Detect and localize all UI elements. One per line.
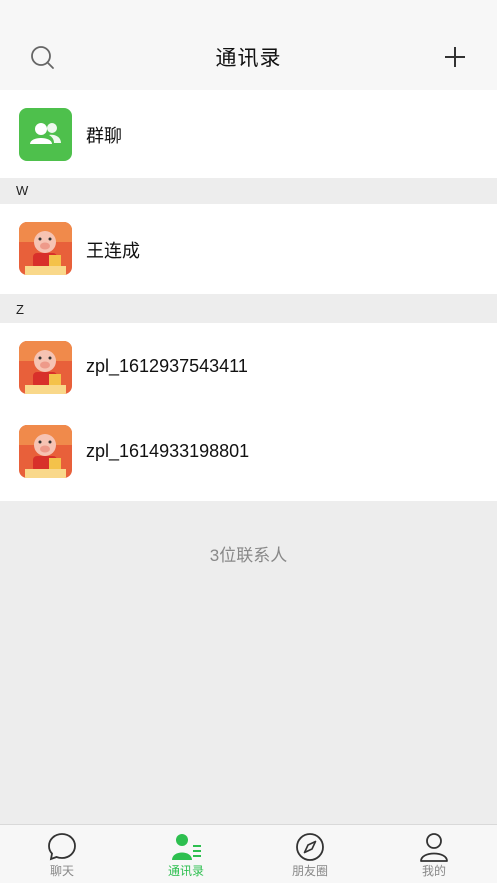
tab-chat-label: 聊天 (49, 864, 74, 878)
plus-icon (445, 47, 465, 67)
tab-me[interactable]: 我的 (372, 825, 496, 883)
contact-avatar (19, 341, 72, 394)
group-chat-label: 群聊 (86, 126, 122, 146)
tab-contacts[interactable]: 通讯录 (124, 825, 248, 883)
page-title: 通讯录 (215, 47, 282, 70)
group-chat-avatar (19, 108, 72, 161)
pig-avatar-icon (19, 425, 72, 478)
add-button[interactable] (440, 42, 470, 72)
contact-avatar (19, 222, 72, 275)
chat-bubble-icon (48, 833, 76, 861)
tab-contacts-label: 通讯录 (167, 864, 204, 878)
contact-item[interactable]: zpl_1612937543411 (0, 323, 497, 411)
section-header-z: Z (0, 297, 497, 323)
contact-avatar (19, 425, 72, 478)
section-z-list: zpl_1612937543411 zpl_1614933198801 (0, 323, 497, 501)
tab-me-label: 我的 (421, 864, 446, 878)
section-w-list: 王连成 (0, 204, 497, 294)
contact-name: zpl_1612937543411 (86, 356, 248, 376)
tab-moments[interactable]: 朋友圈 (248, 825, 372, 883)
contact-count: 3位联系人 (209, 546, 288, 565)
pig-avatar-icon (19, 341, 72, 394)
compass-icon (296, 833, 324, 861)
group-chat-section: 群聊 (0, 90, 497, 178)
tab-moments-label: 朋友圈 (291, 864, 328, 878)
contacts-screen: 通讯录 群聊 W 王连成 Z zpl_1612937543411 zpl_161… (0, 0, 497, 883)
group-icon (30, 123, 61, 144)
person-icon (420, 833, 448, 862)
group-chat-item[interactable]: 群聊 (0, 90, 497, 178)
contact-item[interactable]: zpl_1614933198801 (0, 411, 497, 499)
tab-chat[interactable]: 聊天 (0, 825, 124, 883)
pig-avatar-icon (19, 222, 72, 275)
section-header-w: W (0, 178, 497, 204)
contacts-icon (172, 834, 201, 860)
top-bar: 通讯录 (0, 0, 497, 90)
bottom-tab-bar: 聊天 通讯录 朋友圈 我的 (0, 824, 497, 883)
contact-name: zpl_1614933198801 (86, 441, 250, 461)
contact-name: 王连成 (86, 241, 140, 261)
contact-item[interactable]: 王连成 (0, 204, 497, 294)
